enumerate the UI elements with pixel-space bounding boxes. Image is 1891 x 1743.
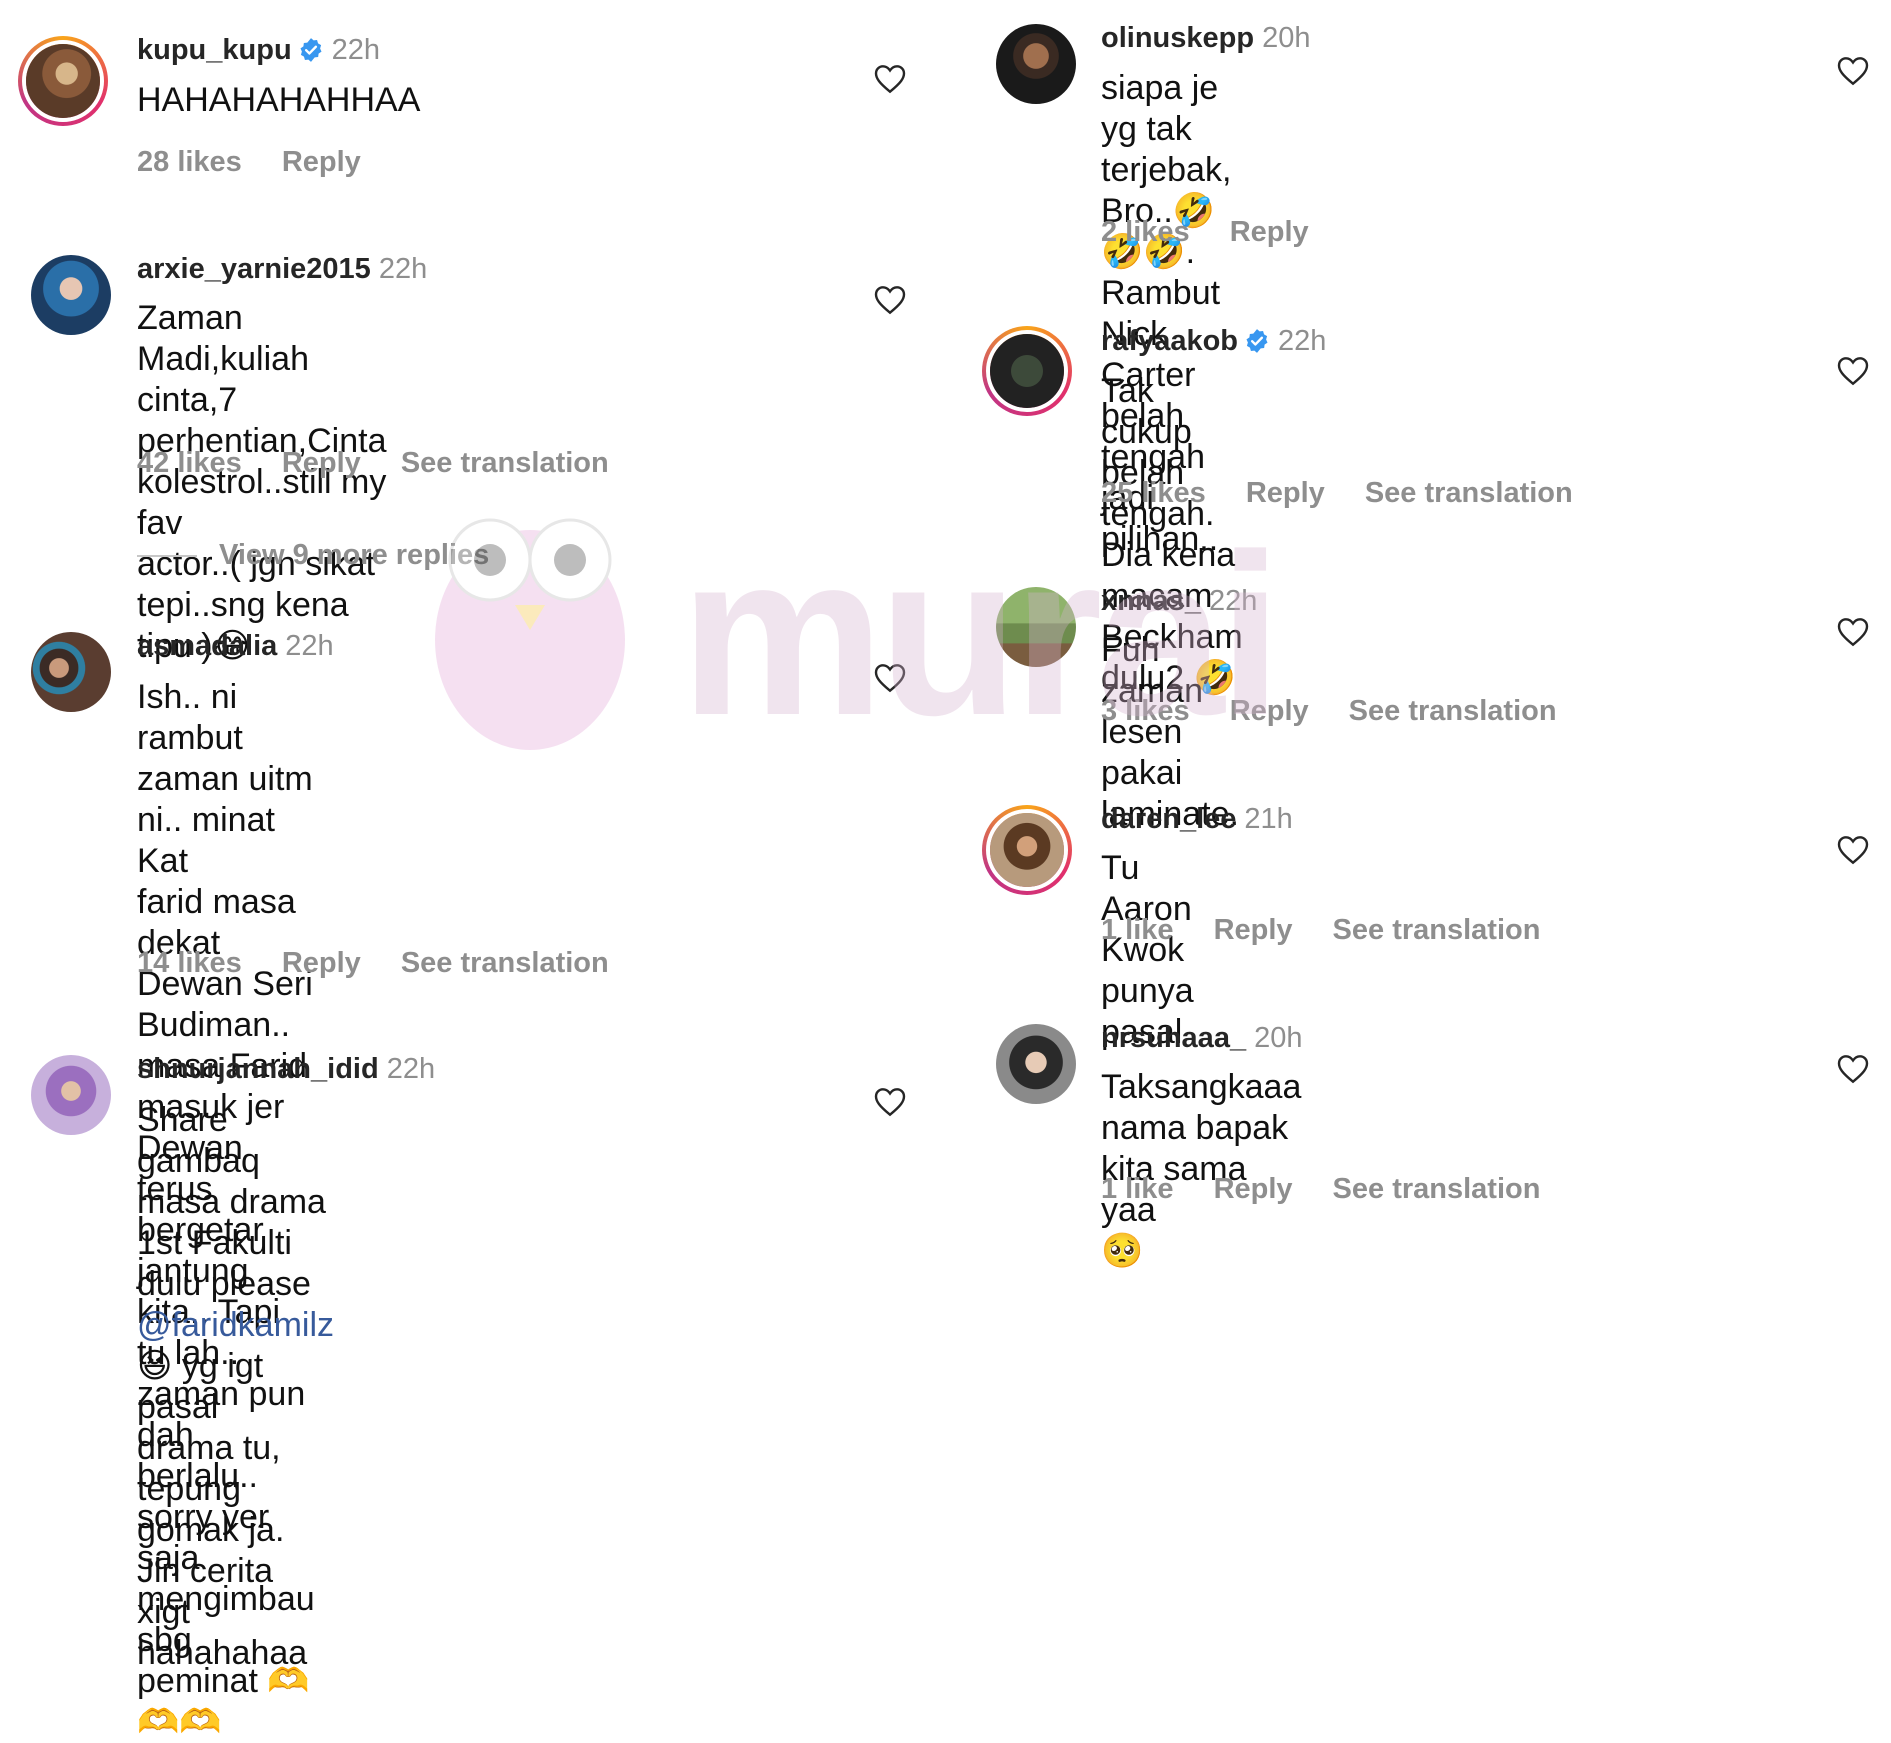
reply-button[interactable]: Reply bbox=[1214, 914, 1293, 946]
see-translation-button[interactable]: See translation bbox=[1333, 1173, 1541, 1205]
comment-time: 20h bbox=[1254, 1022, 1303, 1054]
verified-badge-icon bbox=[1244, 328, 1270, 354]
likes-count[interactable]: 1 like bbox=[1101, 1173, 1174, 1205]
reply-button[interactable]: Reply bbox=[282, 447, 361, 479]
comment-time: 20h bbox=[1262, 22, 1311, 54]
verified-badge-icon bbox=[298, 37, 324, 63]
avatar[interactable] bbox=[31, 255, 111, 335]
username[interactable]: rafyaakob bbox=[1101, 325, 1238, 357]
username[interactable]: nrsuhaaa_ bbox=[1101, 1022, 1246, 1054]
username[interactable]: asmadalia bbox=[137, 630, 277, 662]
comment-text: Share gambaq masa drama 1st Fakulti dulu… bbox=[137, 1101, 334, 1672]
reply-button[interactable]: Reply bbox=[1230, 216, 1309, 248]
reply-button[interactable]: Reply bbox=[1214, 1173, 1293, 1205]
username[interactable]: arxie_yarnie2015 bbox=[137, 253, 371, 285]
grinning-emoji: 😆 bbox=[137, 1346, 173, 1386]
see-translation-button[interactable]: See translation bbox=[1333, 914, 1541, 946]
username[interactable]: daren_lee bbox=[1101, 803, 1236, 835]
avatar[interactable] bbox=[996, 587, 1076, 667]
like-heart-icon[interactable] bbox=[874, 285, 906, 315]
username[interactable]: olinuskepp bbox=[1101, 22, 1254, 54]
likes-count[interactable]: 2 likes bbox=[1101, 216, 1190, 248]
likes-count[interactable]: 1 like bbox=[1101, 914, 1174, 946]
likes-count[interactable]: 42 likes bbox=[137, 447, 242, 479]
avatar[interactable] bbox=[996, 24, 1076, 104]
likes-count[interactable]: 14 likes bbox=[137, 947, 242, 979]
like-heart-icon[interactable] bbox=[1837, 835, 1869, 865]
like-heart-icon[interactable] bbox=[1837, 1054, 1869, 1084]
reply-button[interactable]: Reply bbox=[282, 947, 361, 979]
likes-count[interactable]: 3 likes bbox=[1101, 695, 1190, 727]
see-translation-button[interactable]: See translation bbox=[1365, 477, 1573, 509]
reply-button[interactable]: Reply bbox=[1230, 695, 1309, 727]
avatar[interactable] bbox=[31, 632, 111, 712]
comment-time: 22h bbox=[331, 34, 381, 66]
like-heart-icon[interactable] bbox=[1837, 617, 1869, 647]
username[interactable]: xnnas_ bbox=[1101, 585, 1201, 617]
comment-time: 22h bbox=[285, 630, 334, 662]
comment-text: Taksangkaaa nama bapak kita sama yaa 🥺 bbox=[1101, 1068, 1302, 1271]
like-heart-icon[interactable] bbox=[874, 663, 906, 693]
comment-time: 21h bbox=[1244, 803, 1293, 835]
see-translation-button[interactable]: See translation bbox=[401, 947, 609, 979]
divider-line bbox=[137, 555, 197, 558]
avatar[interactable] bbox=[982, 326, 1072, 416]
see-translation-button[interactable]: See translation bbox=[401, 447, 609, 479]
comment-time: 22h bbox=[1208, 585, 1258, 617]
pleading-face-emoji: 🥺 bbox=[1101, 1231, 1144, 1271]
avatar[interactable] bbox=[996, 1024, 1076, 1104]
like-heart-icon[interactable] bbox=[874, 64, 906, 94]
username[interactable]: shnurjannah_idid bbox=[137, 1053, 379, 1085]
like-heart-icon[interactable] bbox=[1837, 56, 1869, 86]
comment-text: Zaman Madi,kuliah cinta,7 perhentian,Cin… bbox=[137, 299, 387, 666]
reply-button[interactable]: Reply bbox=[1246, 477, 1325, 509]
avatar[interactable] bbox=[982, 805, 1072, 895]
like-heart-icon[interactable] bbox=[874, 1087, 906, 1117]
avatar[interactable] bbox=[18, 36, 108, 126]
mention-link[interactable]: @faridkamilz bbox=[137, 1306, 334, 1344]
comment-time: 22h bbox=[1278, 325, 1327, 357]
likes-count[interactable]: 25 likes bbox=[1101, 477, 1206, 509]
comment-time: 22h bbox=[378, 253, 428, 285]
avatar[interactable] bbox=[31, 1055, 111, 1135]
see-translation-button[interactable]: See translation bbox=[1349, 695, 1557, 727]
like-heart-icon[interactable] bbox=[1837, 356, 1869, 386]
likes-count[interactable]: 28 likes bbox=[137, 146, 242, 178]
reply-button[interactable]: Reply bbox=[282, 146, 361, 178]
username[interactable]: kupu_kupu bbox=[137, 34, 292, 66]
comment-text: HAHAHAHAHHAA bbox=[137, 81, 421, 119]
comment-time: 22h bbox=[386, 1053, 436, 1085]
view-more-replies-button[interactable]: View 9 more replies bbox=[137, 539, 489, 572]
